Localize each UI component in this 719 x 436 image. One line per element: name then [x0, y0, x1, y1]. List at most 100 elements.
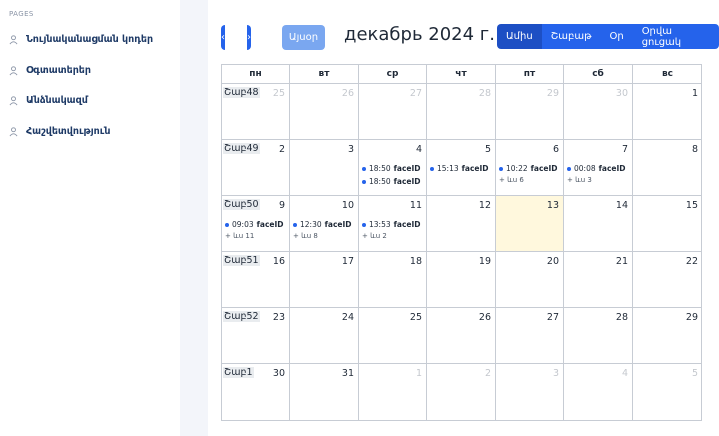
calendar-day-cell[interactable]: 1: [359, 364, 427, 420]
prev-month-button[interactable]: ‹: [221, 25, 225, 50]
calendar-day-cell[interactable]: 22: [633, 252, 702, 308]
day-number[interactable]: 14: [616, 200, 628, 211]
day-number[interactable]: 4: [416, 144, 422, 155]
calendar-day-cell[interactable]: 2: [427, 364, 496, 420]
day-number[interactable]: 15: [686, 200, 698, 211]
calendar-day-cell[interactable]: 31: [290, 364, 359, 420]
view-month-button[interactable]: Ամիս: [497, 24, 542, 49]
more-events-link[interactable]: + ևս 8: [293, 231, 356, 242]
calendar-day-cell[interactable]: 18: [359, 252, 427, 308]
day-number[interactable]: 28: [616, 312, 628, 323]
calendar-day-cell[interactable]: 26: [427, 308, 496, 364]
day-number[interactable]: 1: [692, 88, 698, 99]
day-number[interactable]: 19: [479, 256, 491, 267]
day-number[interactable]: 17: [342, 256, 354, 267]
day-number[interactable]: 25: [273, 88, 285, 99]
day-number[interactable]: 31: [342, 368, 354, 379]
view-week-button[interactable]: Շաբաթ: [541, 24, 601, 49]
calendar-event[interactable]: 00:08 faceID: [567, 162, 630, 175]
day-number[interactable]: 12: [479, 200, 491, 211]
sidebar-item-identification-codes[interactable]: Նույնականացման կոդեր: [9, 34, 153, 45]
day-number[interactable]: 2: [279, 144, 285, 155]
calendar-event[interactable]: 18:50 faceID: [362, 175, 424, 188]
calendar-event[interactable]: 10:22 faceID: [499, 162, 561, 175]
view-list-button[interactable]: Օրվա ցուցակ: [632, 24, 719, 49]
calendar-day-cell[interactable]: Շաբ50 9 09:03 faceID + ևս 11: [222, 196, 290, 252]
week-number-label[interactable]: Շաբ51: [223, 255, 260, 266]
sidebar-item-staff[interactable]: Անձնակազմ: [9, 95, 88, 106]
more-events-link[interactable]: + ևս 11: [225, 231, 287, 242]
calendar-day-cell[interactable]: 25: [359, 308, 427, 364]
day-number[interactable]: 29: [547, 88, 559, 99]
calendar-day-cell[interactable]: 5: [633, 364, 702, 420]
calendar-day-cell[interactable]: 4: [564, 364, 633, 420]
day-number[interactable]: 18: [410, 256, 422, 267]
calendar-day-cell[interactable]: 3: [496, 364, 564, 420]
calendar-day-cell[interactable]: 8: [633, 140, 702, 196]
calendar-day-cell[interactable]: Շաբ49 2: [222, 140, 290, 196]
day-number[interactable]: 5: [692, 368, 698, 379]
calendar-day-cell[interactable]: 17: [290, 252, 359, 308]
week-number-label[interactable]: Շաբ49: [223, 143, 260, 154]
more-events-link[interactable]: + ևս 6: [499, 175, 561, 186]
sidebar-item-report[interactable]: Հաշվետվություն: [9, 126, 110, 137]
week-number-label[interactable]: Շաբ50: [223, 199, 260, 210]
calendar-day-cell[interactable]: 29: [633, 308, 702, 364]
calendar-day-cell[interactable]: Շաբ48 25: [222, 84, 290, 140]
calendar-event[interactable]: 12:30 faceID: [293, 218, 356, 231]
calendar-day-cell[interactable]: Շաբ51 16: [222, 252, 290, 308]
calendar-day-cell[interactable]: 20: [496, 252, 564, 308]
calendar-day-cell[interactable]: 26: [290, 84, 359, 140]
calendar-day-cell[interactable]: 1: [633, 84, 702, 140]
day-number[interactable]: 5: [485, 144, 491, 155]
day-number[interactable]: 27: [410, 88, 422, 99]
calendar-day-cell[interactable]: 21: [564, 252, 633, 308]
day-number[interactable]: 7: [622, 144, 628, 155]
day-number[interactable]: 3: [348, 144, 354, 155]
calendar-day-cell[interactable]: 27: [359, 84, 427, 140]
calendar-day-cell[interactable]: 10 12:30 faceID + ևս 8: [290, 196, 359, 252]
day-number[interactable]: 29: [686, 312, 698, 323]
day-number[interactable]: 20: [547, 256, 559, 267]
week-number-label[interactable]: Շաբ1: [223, 367, 254, 378]
day-number[interactable]: 25: [410, 312, 422, 323]
calendar-day-cell[interactable]: 4 18:50 faceID 18:50 faceID: [359, 140, 427, 196]
day-number[interactable]: 30: [616, 88, 628, 99]
day-number[interactable]: 3: [553, 368, 559, 379]
week-number-label[interactable]: Շաբ52: [223, 311, 260, 322]
calendar-day-cell[interactable]: 28: [564, 308, 633, 364]
calendar-day-cell[interactable]: 6 10:22 faceID + ևս 6: [496, 140, 564, 196]
calendar-day-cell[interactable]: 27: [496, 308, 564, 364]
more-events-link[interactable]: + ևս 3: [567, 175, 630, 186]
day-number[interactable]: 16: [273, 256, 285, 267]
calendar-day-cell[interactable]: 3: [290, 140, 359, 196]
calendar-event[interactable]: 15:13 faceID: [430, 162, 493, 175]
calendar-day-cell[interactable]: 5 15:13 faceID: [427, 140, 496, 196]
calendar-day-cell[interactable]: 7 00:08 faceID + ևս 3: [564, 140, 633, 196]
day-number[interactable]: 24: [342, 312, 354, 323]
calendar-day-cell[interactable]: 30: [564, 84, 633, 140]
calendar-day-cell[interactable]: 24: [290, 308, 359, 364]
day-number[interactable]: 21: [616, 256, 628, 267]
calendar-day-cell[interactable]: 11 13:53 faceID + ևս 2: [359, 196, 427, 252]
calendar-day-cell[interactable]: Շաբ52 23: [222, 308, 290, 364]
view-day-button[interactable]: Օր: [600, 24, 633, 49]
day-number[interactable]: 26: [479, 312, 491, 323]
calendar-day-cell[interactable]: 14: [564, 196, 633, 252]
day-number[interactable]: 26: [342, 88, 354, 99]
day-number[interactable]: 11: [410, 200, 422, 211]
calendar-day-cell[interactable]: 28: [427, 84, 496, 140]
week-number-label[interactable]: Շաբ48: [223, 87, 260, 98]
day-number[interactable]: 30: [273, 368, 285, 379]
day-number[interactable]: 6: [553, 144, 559, 155]
sidebar-item-users[interactable]: Օգտատերեր: [9, 65, 91, 76]
day-number[interactable]: 9: [279, 200, 285, 211]
calendar-event[interactable]: 13:53 faceID: [362, 218, 424, 231]
day-number[interactable]: 8: [692, 144, 698, 155]
more-events-link[interactable]: + ևս 2: [362, 231, 424, 242]
day-number[interactable]: 2: [485, 368, 491, 379]
day-number[interactable]: 23: [273, 312, 285, 323]
calendar-day-cell[interactable]: 29: [496, 84, 564, 140]
day-number[interactable]: 1: [416, 368, 422, 379]
day-number[interactable]: 22: [686, 256, 698, 267]
